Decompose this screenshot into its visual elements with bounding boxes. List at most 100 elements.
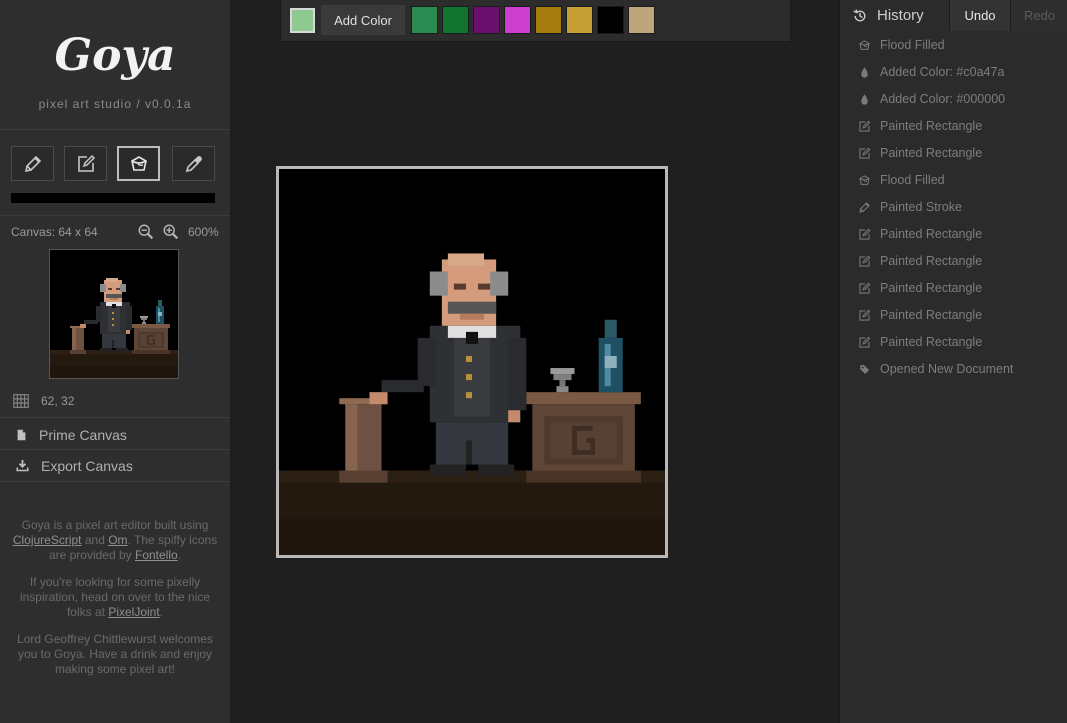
edit-icon [858,120,871,133]
history-item-label: Painted Rectangle [880,119,983,133]
history-item-label: Added Color: #000000 [880,92,1006,106]
color-swatch[interactable] [566,6,593,34]
undo-button[interactable]: Undo [949,0,1010,31]
zoom-in-icon[interactable] [162,223,180,241]
file-icon [15,427,28,443]
current-color-swatch[interactable] [290,8,315,33]
app-subtitle: pixel art studio / v0.0.1a [38,97,192,111]
rectangle-tool-button[interactable] [64,146,107,181]
history-item[interactable]: Added Color: #c0a47a [858,62,1063,82]
grid-icon [11,392,31,410]
divider [0,481,230,482]
eyedropper-icon [184,154,204,174]
edit-icon [858,228,871,241]
history-header: History Undo Redo [840,0,1067,31]
paint-bucket-icon [129,154,149,174]
history-item-label: Painted Rectangle [880,227,983,241]
zoom-out-icon[interactable] [137,223,155,241]
color-swatch[interactable] [597,6,624,34]
new-doc-icon [858,363,871,376]
edit-icon [858,147,871,160]
history-item-label: Painted Rectangle [880,254,983,268]
about-text-span: . [159,605,164,619]
color-swatch[interactable] [535,6,562,34]
paint-bucket-icon [858,39,871,52]
history-item-label: Painted Stroke [880,200,962,214]
divider [0,417,230,418]
eyedropper-tool-button[interactable] [172,146,215,181]
edit-icon [76,154,96,174]
fill-tool-button[interactable] [117,146,160,181]
history-item[interactable]: Painted Rectangle [858,224,1063,244]
prime-canvas-label: Prime Canvas [39,426,127,443]
about-text-span: and [81,533,109,547]
coords-value: 62, 32 [41,394,75,408]
pencil-tool-button[interactable] [11,146,54,181]
about-paragraph: Lord Geoffrey Chittlewurst welcomes you … [17,632,213,676]
divider [0,129,230,130]
history-item-label: Added Color: #c0a47a [880,65,1005,79]
app-logo: Goya [54,30,176,81]
color-swatch[interactable] [442,6,469,34]
droplet-icon [858,66,871,79]
canvas-preview[interactable] [49,249,179,379]
history-item-label: Painted Rectangle [880,335,983,349]
export-canvas-label: Export Canvas [41,457,133,474]
history-item[interactable]: Painted Rectangle [858,305,1063,325]
history-item-label: Flood Filled [880,38,945,52]
history-item[interactable]: Painted Rectangle [858,116,1063,136]
edit-icon [858,255,871,268]
divider [0,215,230,216]
drawing-canvas[interactable] [276,166,668,558]
history-title: History [852,7,924,24]
sidebar: Goya pixel art studio / v0.0.1a Canvas: … [0,0,231,723]
history-item-label: Painted Rectangle [880,281,983,295]
canvas-size-label: Canvas: 64 x 64 [11,225,98,239]
about-paragraph: If you're looking for some pixelly inspi… [8,575,222,620]
history-item[interactable]: Opened New Document [858,359,1063,379]
export-canvas-button[interactable]: Export Canvas [0,450,230,481]
add-color-button[interactable]: Add Color [321,5,405,35]
history-item-label: Opened New Document [880,362,1014,376]
zoom-level: 600% [188,225,219,239]
canvas-image [279,169,665,555]
prime-canvas-button[interactable]: Prime Canvas [0,419,230,450]
about-text-span: . [177,548,182,562]
history-item[interactable]: Added Color: #000000 [858,89,1063,109]
om-link[interactable]: Om [108,533,127,547]
history-panel: History Undo Redo Flood Filled Added Colo… [839,0,1067,723]
fontello-link[interactable]: Fontello [135,548,178,562]
history-item-label: Painted Rectangle [880,146,983,160]
color-swatch[interactable] [473,6,500,34]
current-color-bar [11,193,215,203]
history-item[interactable]: Painted Rectangle [858,143,1063,163]
edit-icon [858,336,871,349]
cursor-coordinates: 62, 32 [11,392,74,410]
about-text-span: Goya is a pixel art editor built using [21,518,209,532]
history-item[interactable]: Painted Stroke [858,197,1063,217]
download-icon [15,458,30,474]
history-item-label: Painted Rectangle [880,308,983,322]
droplet-icon [858,93,871,106]
preview-image [50,250,178,378]
history-item[interactable]: Flood Filled [858,35,1063,55]
color-swatch[interactable] [504,6,531,34]
history-item[interactable]: Painted Rectangle [858,251,1063,271]
history-title-label: History [877,7,924,24]
canvas-info: Canvas: 64 x 64 600% [11,223,221,241]
clojurescript-link[interactable]: ClojureScript [13,533,82,547]
history-item[interactable]: Painted Rectangle [858,278,1063,298]
color-palette: Add Color [280,0,791,42]
pencil-icon [858,201,871,214]
history-icon [852,8,868,24]
color-swatch[interactable] [628,6,655,34]
pencil-icon [23,154,43,174]
edit-icon [858,309,871,322]
history-item[interactable]: Painted Rectangle [858,332,1063,352]
about-paragraph: Goya is a pixel art editor built using C… [8,518,222,563]
paint-bucket-icon [858,174,871,187]
pixeljoint-link[interactable]: PixelJoint [108,605,159,619]
redo-button[interactable]: Redo [1010,0,1067,31]
history-item[interactable]: Flood Filled [858,170,1063,190]
color-swatch[interactable] [411,6,438,34]
